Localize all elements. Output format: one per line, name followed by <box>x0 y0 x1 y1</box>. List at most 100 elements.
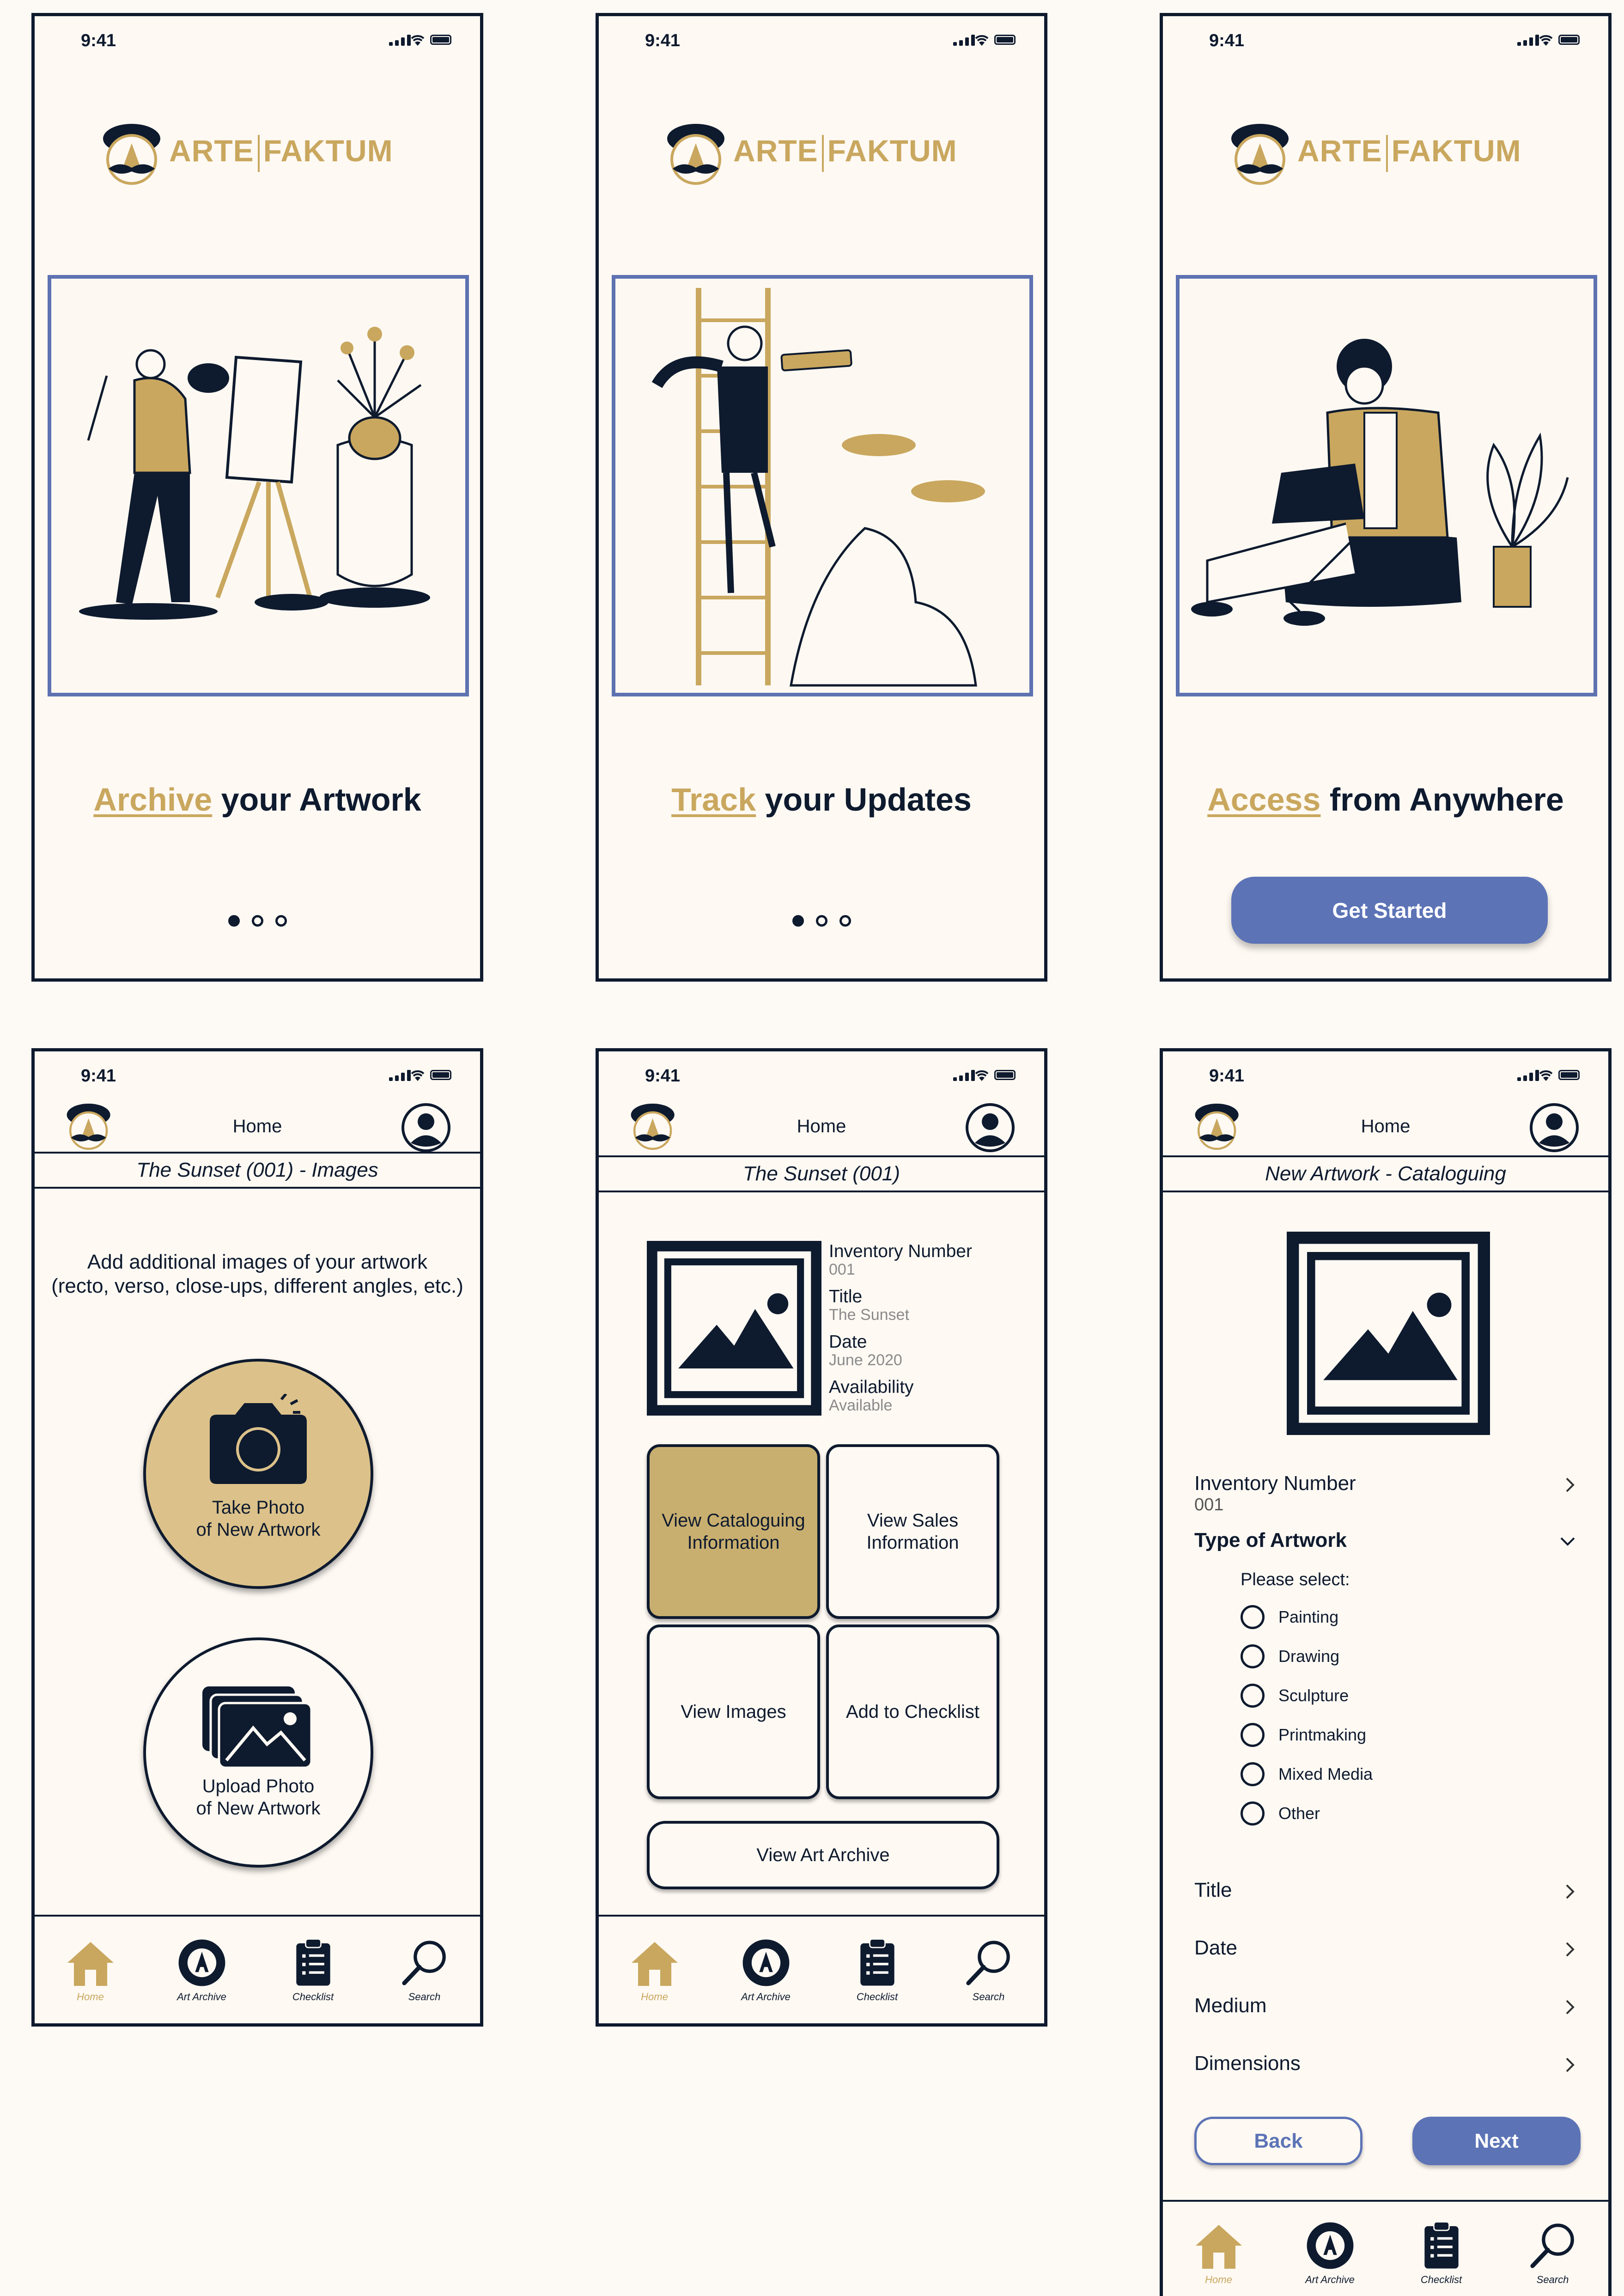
brand-name-right: FAKTUM <box>263 134 393 168</box>
battery-icon <box>430 1070 451 1080</box>
status-bar: 9:41 <box>1163 1062 1608 1089</box>
view-cataloguing-button[interactable]: View Cataloguing Information <box>647 1444 820 1619</box>
status-time: 9:41 <box>645 31 681 50</box>
search-icon <box>397 1937 452 1988</box>
onboarding-screen-track: 9:41 ARTE FAKTUM Track your Updates <box>596 13 1047 982</box>
tab-checklist[interactable]: Checklist <box>1407 2220 1476 2286</box>
profile-icon[interactable] <box>1529 1102 1580 1153</box>
images-instructions: Add additional images of your artwork (r… <box>35 1250 480 1298</box>
top-navigation: Home <box>599 1088 1044 1158</box>
status-time: 9:41 <box>645 1066 681 1086</box>
tab-search[interactable]: Search <box>390 1937 459 2003</box>
chevron-right-icon <box>1563 2056 1577 2074</box>
chevron-right-icon <box>1563 1998 1577 2016</box>
tab-art-archive[interactable]: Art Archive <box>1296 2220 1365 2286</box>
date-row-label: Date <box>1194 1936 1237 1959</box>
tab-art-archive[interactable]: Art Archive <box>167 1937 237 2003</box>
radio-mixed-media[interactable]: Mixed Media <box>1241 1762 1373 1786</box>
radio-painting[interactable]: Painting <box>1241 1605 1338 1629</box>
brand-mark-icon <box>98 118 165 187</box>
page-dot-3[interactable] <box>839 915 851 927</box>
date-row[interactable]: Date <box>1194 1936 1577 1960</box>
tab-checklist[interactable]: Checklist <box>843 1937 912 2003</box>
tab-home-label: Home <box>641 1991 668 2003</box>
top-navigation: Home <box>35 1088 480 1158</box>
inventory-label: Inventory Number <box>829 1241 972 1261</box>
page-dot-1[interactable] <box>792 915 804 927</box>
tab-search[interactable]: Search <box>954 1937 1023 2003</box>
tab-art-archive-label: Art Archive <box>741 1991 791 2003</box>
title-label: Title <box>829 1287 863 1307</box>
radio-sculpture[interactable]: Sculpture <box>1241 1684 1349 1708</box>
brand-name-right: FAKTUM <box>1391 134 1521 168</box>
tab-checklist-label: Checklist <box>292 1991 334 2003</box>
wifi-icon <box>1538 33 1554 47</box>
wifi-icon <box>974 1068 990 1082</box>
wifi-icon <box>410 33 426 47</box>
battery-icon <box>994 1070 1016 1080</box>
brand-logo: ARTE FAKTUM <box>98 116 393 189</box>
clipboard-icon <box>850 1937 905 1988</box>
title-row-label: Title <box>1194 1879 1232 1901</box>
wifi-icon <box>974 33 990 47</box>
take-photo-button[interactable]: Take Photo of New Artwork <box>143 1359 373 1589</box>
upload-photo-button[interactable]: Upload Photo of New Artwork <box>143 1637 373 1868</box>
tab-art-archive-label: Art Archive <box>1305 2274 1355 2285</box>
inventory-value: 001 <box>829 1261 855 1278</box>
profile-icon[interactable] <box>965 1102 1016 1153</box>
battery-icon <box>430 35 451 45</box>
upload-photo-line-2: of New Artwork <box>196 1798 321 1819</box>
next-button[interactable]: Next <box>1412 2117 1581 2165</box>
status-bar: 9:41 <box>599 1062 1044 1089</box>
tab-home[interactable]: Home <box>56 1937 125 2003</box>
tab-search-label: Search <box>408 1991 441 2003</box>
radio-printmaking-label: Printmaking <box>1278 1725 1367 1744</box>
art-archive-icon <box>1302 2220 1358 2271</box>
radio-other-label: Other <box>1278 1804 1320 1823</box>
home-icon <box>627 1937 682 1988</box>
tab-art-archive-label: Art Archive <box>177 1991 226 2003</box>
radio-other[interactable]: Other <box>1241 1801 1320 1826</box>
add-to-checklist-button[interactable]: Add to Checklist <box>826 1624 999 1799</box>
artwork-image-icon[interactable] <box>647 1241 821 1416</box>
tab-home[interactable]: Home <box>1184 2220 1253 2286</box>
signal-icon <box>389 1070 411 1081</box>
cataloguing-screen: 9:41 Home New Artwork - Cataloguing Inve… <box>1160 1048 1612 2296</box>
page-indicator <box>35 915 480 927</box>
view-sales-button[interactable]: View Sales Information <box>826 1444 999 1619</box>
tab-art-archive[interactable]: Art Archive <box>731 1937 801 2003</box>
signal-icon <box>953 35 975 46</box>
page-dot-2[interactable] <box>251 915 263 927</box>
wifi-icon <box>410 1068 426 1082</box>
artwork-image-icon[interactable] <box>1287 1232 1490 1435</box>
date-value: June 2020 <box>829 1351 902 1369</box>
page-dot-3[interactable] <box>275 915 287 927</box>
view-images-button[interactable]: View Images <box>647 1624 820 1799</box>
battery-icon <box>1558 35 1580 45</box>
page-dot-2[interactable] <box>815 915 827 927</box>
headline-highlight: Access <box>1207 782 1321 818</box>
availability-label: Availability <box>829 1377 914 1397</box>
back-button[interactable]: Back <box>1194 2117 1362 2165</box>
tab-checklist[interactable]: Checklist <box>279 1937 348 2003</box>
section-title: The Sunset (001) <box>599 1155 1044 1192</box>
page-dot-1[interactable] <box>228 915 240 927</box>
headline-rest: your Artwork <box>212 782 421 818</box>
radio-printmaking[interactable]: Printmaking <box>1241 1723 1366 1747</box>
dimensions-row[interactable]: Dimensions <box>1194 2052 1577 2075</box>
type-of-artwork-row[interactable]: Type of Artwork <box>1194 1529 1577 1552</box>
signal-icon <box>953 1070 975 1081</box>
dimensions-row-label: Dimensions <box>1194 2052 1301 2075</box>
view-art-archive-button[interactable]: View Art Archive <box>647 1821 999 1889</box>
brand-name-right: FAKTUM <box>827 134 957 168</box>
medium-row[interactable]: Medium <box>1194 1994 1577 2017</box>
title-row[interactable]: Title <box>1194 1879 1577 1902</box>
radio-drawing[interactable]: Drawing <box>1241 1644 1339 1668</box>
profile-icon[interactable] <box>401 1102 451 1153</box>
get-started-button[interactable]: Get Started <box>1231 877 1548 944</box>
tab-home[interactable]: Home <box>620 1937 689 2003</box>
tab-search[interactable]: Search <box>1518 2220 1588 2286</box>
chevron-right-icon <box>1563 1940 1577 1959</box>
illustration-man-laptop <box>1176 275 1597 696</box>
inventory-number-row[interactable]: Inventory Number 001 <box>1194 1472 1577 1515</box>
